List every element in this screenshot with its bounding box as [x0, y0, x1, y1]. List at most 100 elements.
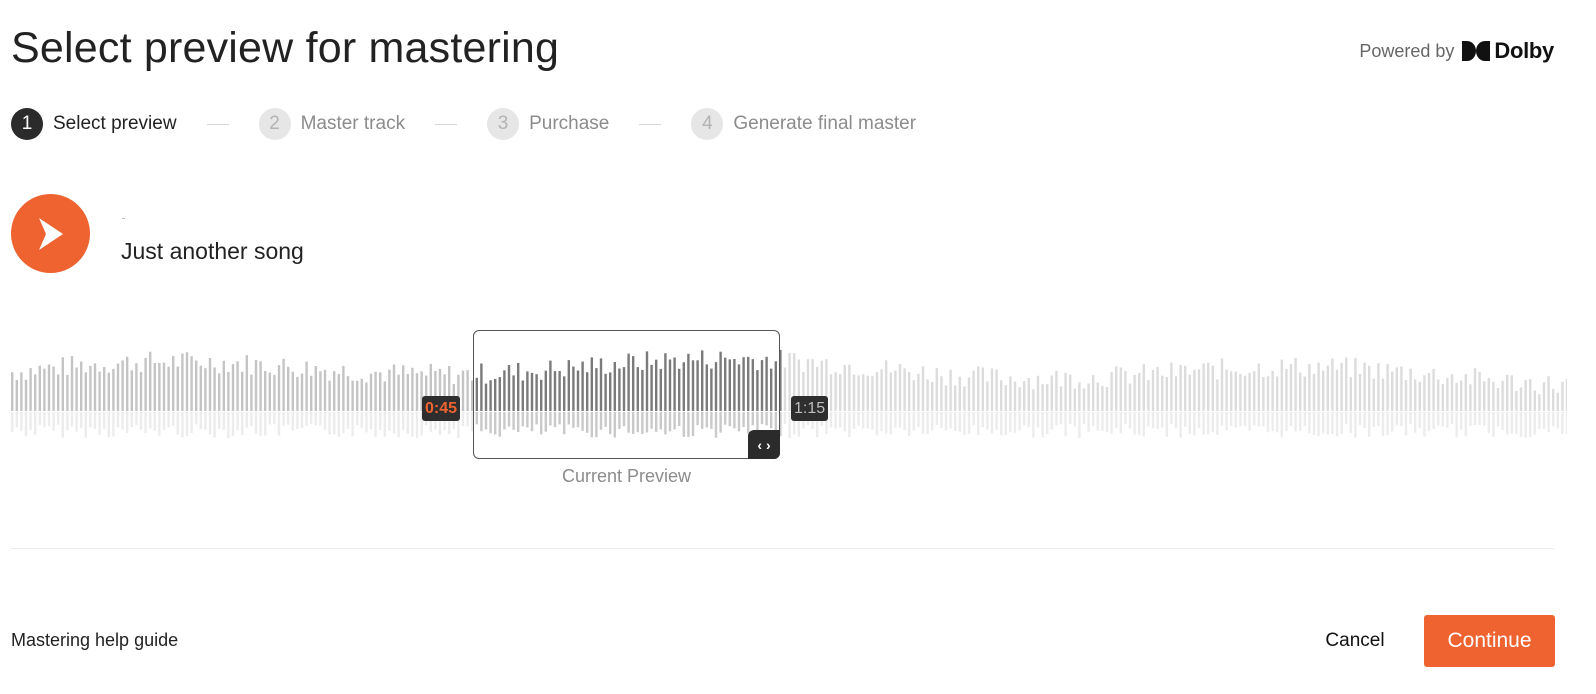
step-label: Select preview — [53, 113, 177, 134]
waveform-bar — [862, 374, 865, 411]
continue-button[interactable]: Continue — [1424, 615, 1555, 667]
waveform-bar — [1156, 367, 1159, 411]
waveform-bar — [1450, 374, 1454, 411]
waveform-bar — [949, 369, 952, 411]
waveform-bar — [1303, 376, 1306, 411]
waveform-bar — [1138, 372, 1141, 411]
waveform-bar — [397, 374, 400, 411]
waveform-bar-reflection — [291, 412, 294, 431]
waveform-bar — [1078, 382, 1081, 411]
waveform-bar-reflection — [1197, 412, 1201, 429]
waveform-bar — [1331, 358, 1334, 411]
waveform-bar — [181, 353, 184, 411]
waveform-bar — [38, 365, 41, 411]
step-select-preview: 1 Select preview — [11, 108, 177, 140]
waveform-bar-reflection — [862, 412, 865, 429]
waveform-bar-reflection — [1027, 412, 1030, 428]
waveform-bar-reflection — [360, 412, 363, 429]
waveform-bar — [29, 368, 32, 411]
waveform-bar — [889, 372, 892, 411]
waveform-bar — [1119, 367, 1122, 411]
waveform-bar-reflection — [1487, 412, 1490, 433]
waveform-bar — [402, 365, 405, 411]
waveform-bar — [167, 366, 170, 411]
waveform-bar-reflection — [356, 412, 359, 425]
waveform-bar — [1285, 369, 1288, 411]
waveform-bar-reflection — [305, 412, 308, 426]
waveform-bar — [195, 360, 198, 411]
play-icon — [38, 217, 63, 250]
waveform[interactable] — [11, 328, 1567, 460]
waveform-bar — [392, 364, 396, 411]
waveform-bar — [305, 361, 308, 411]
waveform-bar — [204, 368, 207, 411]
waveform-bar — [300, 373, 304, 411]
waveform-bar-reflection — [199, 412, 202, 429]
cancel-button[interactable]: Cancel — [1310, 616, 1400, 666]
dolby-wordmark: Dolby — [1494, 38, 1554, 63]
waveform-bar — [1124, 371, 1127, 411]
waveform-bar — [1326, 365, 1329, 411]
waveform-bar — [1207, 362, 1210, 411]
drag-arrows-icon[interactable]: ‹ › — [748, 430, 780, 459]
waveform-bar-reflection — [1326, 412, 1329, 435]
waveform-bar — [107, 372, 110, 411]
waveform-bar — [1345, 357, 1348, 411]
waveform-bar-reflection — [1266, 412, 1270, 433]
waveform-bar — [1529, 379, 1532, 411]
waveform-bar — [1335, 369, 1339, 411]
step-number: 4 — [691, 108, 724, 140]
waveform-bar — [926, 379, 929, 411]
waveform-bar — [80, 361, 83, 411]
waveform-bar-reflection — [1230, 412, 1233, 427]
waveform-bar — [360, 378, 363, 411]
waveform-bar-reflection — [167, 412, 170, 428]
waveform-bar-reflection — [1202, 412, 1205, 435]
mastering-help-link[interactable]: Mastering help guide — [11, 630, 178, 651]
waveform-bar-reflection — [1565, 412, 1567, 435]
waveform-bar-reflection — [80, 412, 83, 428]
waveform-bar-reflection — [181, 412, 184, 438]
waveform-bar-reflection — [1174, 412, 1178, 429]
waveform-bar — [70, 356, 74, 411]
waveform-bar-reflection — [1391, 412, 1394, 432]
waveform-bar-reflection — [89, 412, 92, 428]
waveform-bar — [1151, 370, 1155, 411]
waveform-bar — [917, 373, 920, 411]
waveform-bar — [1055, 370, 1058, 411]
waveform-bar — [1280, 359, 1283, 411]
waveform-bar — [1391, 371, 1394, 411]
waveform-bar — [130, 370, 133, 411]
waveform-bar — [783, 367, 787, 411]
waveform-bar-reflection — [829, 412, 833, 428]
waveform-bar — [1565, 379, 1567, 411]
waveform-bar-reflection — [1317, 412, 1320, 437]
waveform-bar-reflection — [282, 412, 285, 426]
waveform-bar-reflection — [1294, 412, 1297, 432]
waveform-bar-reflection — [38, 412, 41, 426]
waveform-bar-reflection — [1377, 412, 1380, 426]
waveform-bar — [1243, 375, 1247, 411]
waveform-bar — [931, 382, 934, 411]
play-button[interactable] — [11, 194, 90, 273]
waveform-bar — [231, 364, 235, 411]
waveform-bar — [875, 372, 879, 411]
waveform-bar-reflection — [894, 412, 897, 428]
waveform-bar-reflection — [1170, 412, 1173, 424]
waveform-bar — [1501, 380, 1504, 411]
waveform-bar — [369, 373, 373, 411]
waveform-bar-reflection — [1276, 412, 1279, 433]
waveform-bar-reflection — [783, 412, 787, 424]
waveform-bar-reflection — [1418, 412, 1421, 429]
waveform-bar-reflection — [1092, 412, 1095, 426]
waveform-bar — [1455, 382, 1458, 411]
waveform-bar-reflection — [949, 412, 952, 429]
waveform-bar-reflection — [1404, 412, 1408, 436]
waveform-bar — [342, 365, 345, 411]
waveform-bar-reflection — [1211, 412, 1214, 433]
waveform-bar — [1312, 373, 1316, 411]
waveform-bar-reflection — [1207, 412, 1210, 435]
preview-selection-window[interactable]: ‹ › — [473, 330, 780, 459]
waveform-bar — [66, 374, 69, 411]
waveform-bar — [20, 372, 23, 411]
